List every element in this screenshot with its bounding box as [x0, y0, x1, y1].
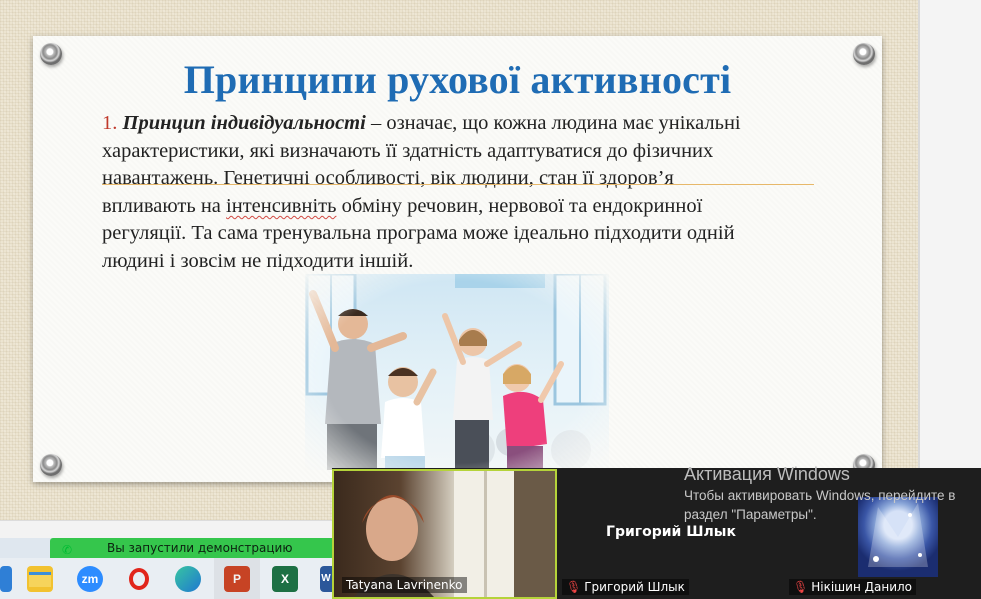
participant-name: Tatyana Lavrinenko: [342, 577, 467, 593]
slide-body-text: 1. Принцип індивідуальності – означає, щ…: [102, 110, 822, 276]
zoom-icon[interactable]: zm: [77, 566, 103, 592]
text-divider: [102, 184, 814, 185]
mic-off-icon: 🎙: [566, 580, 582, 594]
participant-name-center: Григорий Шлык: [606, 524, 736, 540]
participant-video-tile[interactable]: Tatyana Lavrinenko: [332, 469, 557, 599]
participant-tag: 🎙 Нікішин Данило: [789, 579, 916, 595]
list-number: 1.: [102, 112, 118, 134]
taskbar: zm P X W: [0, 558, 332, 599]
phone-icon: ✆: [62, 543, 73, 557]
principle-heading: Принцип індивідуальності: [122, 112, 366, 134]
text-line: навантажень. Генетичні особливості, вік …: [102, 167, 674, 190]
text-line: регуляції. Та сама тренувальна програма …: [102, 222, 735, 245]
taskbar-app-icon[interactable]: [0, 566, 12, 592]
slide-card: Принципи рухової активності 1. Принцип і…: [33, 36, 882, 482]
word-icon[interactable]: W: [320, 566, 332, 592]
mic-off-icon: 🎙: [793, 580, 809, 594]
misspelled-word: інтенсивніть: [226, 194, 337, 217]
activation-title: Активация Windows: [684, 464, 850, 484]
participant-tag: 🎙 Григорий Шлык: [562, 579, 689, 595]
viewer-bottom-strip: [0, 520, 332, 538]
viewer-right-strip: [918, 0, 981, 468]
activation-line: раздел "Параметры".: [684, 507, 817, 522]
activation-line: Чтобы активировать Windows, перейдите в: [684, 488, 956, 503]
excel-icon[interactable]: X: [272, 566, 298, 592]
text-fragment: обміну речовин, нервової та ендокринної: [336, 194, 703, 217]
edge-icon[interactable]: [175, 566, 201, 592]
opera-icon[interactable]: [126, 566, 152, 592]
text-fragment: впливають на: [102, 194, 227, 217]
word-icon-label: W: [321, 573, 331, 584]
family-exercise-photo: [305, 274, 609, 470]
file-explorer-icon[interactable]: [27, 566, 53, 592]
participant-tag-label: Григорий Шлык: [584, 580, 685, 594]
slide-title: Принципи рухової активності: [183, 57, 732, 102]
text-line: людині і зовсім не підходити іншій.: [102, 249, 414, 272]
text-line: – означає, що кожна людина має унікальні: [365, 112, 741, 134]
participant-tag-label: Нікішин Данило: [811, 580, 912, 594]
windows-activation-watermark: Активация Windows Чтобы активировать Win…: [684, 462, 955, 524]
excel-icon-label: X: [280, 572, 289, 586]
pin-icon: [40, 454, 62, 476]
active-app-highlight: [214, 558, 260, 599]
screen-share-notice[interactable]: ✆ Вы запустили демонстрацию экрана: [50, 538, 332, 575]
text-line: впливають на інтенсивніть обміну речовин…: [102, 193, 822, 221]
zoom-icon-label: zm: [81, 572, 99, 586]
text-line: характеристики, які визначають її здатні…: [102, 139, 714, 162]
